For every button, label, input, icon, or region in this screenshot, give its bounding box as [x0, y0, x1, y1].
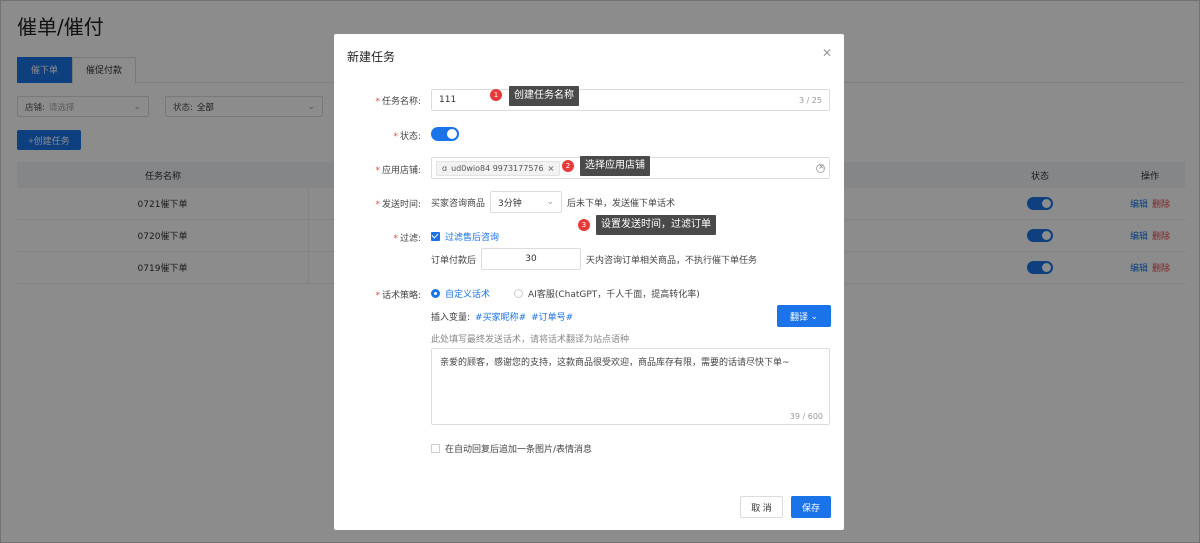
radio-custom[interactable]	[431, 289, 440, 298]
task-name-value: 111	[439, 95, 457, 105]
append-row[interactable]: 在自动回复后追加一条图片/表情消息	[431, 442, 592, 455]
radio-custom-label: 自定义话术	[445, 290, 491, 300]
filter-checkbox-row[interactable]: 过滤售后咨询	[431, 230, 499, 243]
chevron-down-icon: ⌄	[546, 197, 555, 207]
strategy-label: * 话术策略:	[375, 291, 421, 301]
send-time-row: 买家咨询商品 3分钟 ⌄ 后未下单，发送催下单话术	[431, 191, 675, 213]
callout-tip-1: 创建任务名称	[509, 86, 579, 106]
message-text: 亲爱的顾客，感谢您的支持，这款商品很受欢迎，商品库存有限，需要的话请尽快下单~	[440, 358, 790, 368]
task-name-counter: 3 / 25	[798, 95, 822, 105]
callout-badge-3: 3	[578, 219, 590, 231]
callout-badge-2: 2	[562, 160, 574, 172]
send-time-select[interactable]: 3分钟 ⌄	[490, 191, 563, 213]
send-time-suffix: 后未下单，发送催下单话术	[567, 198, 676, 209]
filter-prefix: 订单付款后	[431, 255, 477, 266]
variable-nickname[interactable]: #买家昵称#	[475, 310, 526, 323]
status-label: * 状态:	[393, 132, 421, 142]
filter-checkbox-label: 过滤售后咨询	[445, 233, 500, 243]
filter-days-row: 订单付款后 30 天内咨询订单相关商品，不执行催下单任务	[431, 248, 757, 270]
insert-variables-row: 插入变量: #买家昵称# #订单号#	[431, 310, 573, 323]
send-time-prefix: 买家咨询商品	[431, 198, 486, 209]
tag-close-icon[interactable]: ×	[548, 164, 555, 173]
append-label: 在自动回复后追加一条图片/表情消息	[445, 445, 593, 455]
callout-tip-3: 设置发送时间，过滤订单	[596, 215, 716, 235]
radio-ai-label: AI客服(ChatGPT，千人千面，提高转化率)	[528, 290, 700, 300]
message-hint: 此处填写最终发送话术，请将话术翻译为站点语种	[431, 335, 630, 345]
strategy-options: 自定义话术 AI客服(ChatGPT，千人千面，提高转化率)	[431, 287, 700, 300]
new-task-modal: 新建任务 ✕ * 任务名称: 111 3 / 25 * 状态: * 应用店铺: ɑ u…	[334, 34, 844, 530]
send-time-label: * 发送时间:	[375, 200, 421, 210]
close-icon[interactable]: ✕	[822, 46, 832, 60]
filter-days-input[interactable]: 30	[481, 248, 582, 270]
callout-badge-1: 1	[490, 89, 502, 101]
filter-checkbox[interactable]	[431, 232, 440, 241]
insert-label: 插入变量:	[431, 313, 471, 323]
modal-title: 新建任务	[347, 50, 396, 64]
filter-label: * 过滤:	[393, 234, 421, 244]
store-label: * 应用店铺:	[375, 166, 421, 176]
translate-button[interactable]: 翻译 ⌄	[777, 305, 831, 327]
cancel-button[interactable]: 取 消	[740, 496, 783, 518]
status-toggle[interactable]	[431, 127, 459, 141]
store-tag: ɑ ud0wio84 9973177576 ×	[436, 160, 561, 176]
filter-suffix: 天内咨询订单相关商品，不执行催下单任务	[586, 255, 758, 266]
callout-tip-2: 选择应用店铺	[580, 156, 650, 176]
variable-order-no[interactable]: #订单号#	[531, 310, 573, 323]
clear-icon[interactable]	[816, 162, 825, 173]
chevron-down-icon: ⌄	[810, 310, 819, 321]
save-button[interactable]: 保存	[791, 496, 831, 518]
radio-ai[interactable]	[514, 289, 524, 298]
message-textarea[interactable]: 亲爱的顾客，感谢您的支持，这款商品很受欢迎，商品库存有限，需要的话请尽快下单~ …	[431, 348, 830, 425]
message-counter: 39 / 600	[789, 412, 823, 421]
task-name-label: * 任务名称:	[375, 97, 421, 107]
append-checkbox[interactable]	[431, 444, 440, 453]
